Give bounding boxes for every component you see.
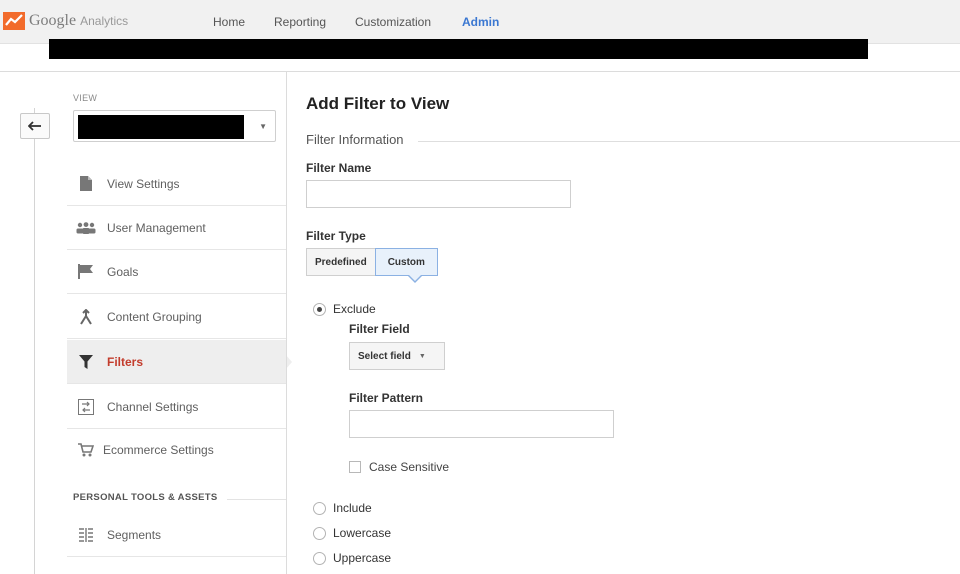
users-icon [75, 221, 97, 234]
sidebar-item-label: View Settings [107, 176, 180, 191]
filter-field-label: Filter Field [349, 322, 410, 336]
filter-field-value: Select field [358, 350, 411, 362]
grouping-icon [75, 308, 97, 325]
add-filter-form: Add Filter to View Filter Information Fi… [306, 72, 960, 574]
segments-icon [75, 527, 97, 542]
channel-icon [75, 398, 97, 415]
sidebar-item-ecommerce-settings[interactable]: Ecommerce Settings [67, 428, 286, 472]
analytics-logo-icon [3, 12, 25, 30]
page-title: Add Filter to View [306, 94, 450, 113]
radio-circle[interactable] [313, 551, 326, 565]
filter-icon [75, 354, 97, 369]
nav-admin[interactable]: Admin [462, 15, 499, 29]
filter-pattern-input[interactable] [349, 410, 614, 438]
view-label: VIEW [73, 93, 98, 103]
sidebar-item-label: User Management [107, 220, 206, 235]
chevron-down-icon: ▼ [418, 352, 426, 360]
custom-button[interactable]: Custom [374, 248, 438, 276]
view-selector[interactable]: ▼ [73, 110, 276, 142]
brand-product: Analytics [80, 14, 129, 28]
sidebar-item-segments[interactable]: Segments [67, 513, 286, 557]
cart-icon [75, 443, 97, 457]
radio-lowercase[interactable]: Lowercase [313, 526, 391, 540]
filter-pattern-label: Filter Pattern [349, 391, 424, 405]
flag-icon [75, 264, 97, 279]
filter-field-select[interactable]: Select field ▼ [349, 342, 445, 370]
sidebar-item-filters[interactable]: Filters [67, 340, 292, 384]
document-icon [75, 176, 97, 191]
radio-label: Exclude [333, 302, 376, 316]
sidebar-divider [286, 72, 287, 574]
sidebar-item-content-grouping[interactable]: Content Grouping [67, 295, 286, 339]
sidebar-item-goals[interactable]: Goals [67, 250, 286, 294]
back-arrow-icon [28, 121, 41, 131]
selected-pointer-fill [409, 275, 421, 281]
redacted-view-name [78, 115, 244, 139]
section-rule [227, 499, 286, 500]
sidebar-item-label: Goals [107, 264, 139, 279]
sidebar-item-user-management[interactable]: User Management [67, 206, 286, 250]
radio-label: Lowercase [333, 526, 392, 540]
radio-label: Include [333, 501, 372, 515]
case-sensitive-option[interactable]: Case Sensitive [349, 460, 449, 474]
sidebar-item-label: Content Grouping [107, 309, 202, 324]
radio-label: Uppercase [333, 551, 392, 565]
section-header-personal-tools: PERSONAL TOOLS & ASSETS [73, 492, 218, 503]
nav-home[interactable]: Home [213, 15, 245, 29]
radio-exclude[interactable]: Exclude [313, 302, 376, 316]
case-sensitive-checkbox[interactable] [349, 461, 361, 473]
fieldset-rule [418, 141, 960, 142]
chevron-down-icon: ▼ [259, 122, 267, 131]
predefined-button[interactable]: Predefined [306, 248, 376, 276]
top-bar: Google Analytics Home Reporting Customiz… [0, 0, 960, 44]
nav-reporting[interactable]: Reporting [274, 15, 326, 29]
radio-circle[interactable] [313, 526, 326, 540]
rail-line [34, 108, 35, 574]
sidebar-item-label: Filters [107, 354, 144, 369]
filter-type-toggle: Predefined Custom [306, 248, 438, 276]
fieldset-legend: Filter Information [306, 132, 404, 147]
radio-include[interactable]: Include [313, 501, 372, 515]
brand-google: Google [29, 12, 77, 29]
sidebar-item-view-settings[interactable]: View Settings [67, 162, 286, 206]
radio-circle[interactable] [313, 302, 326, 316]
radio-circle[interactable] [313, 501, 326, 515]
sidebar-item-label: Segments [107, 527, 162, 542]
case-sensitive-label: Case Sensitive [369, 460, 450, 474]
nav-customization[interactable]: Customization [355, 15, 431, 29]
back-button[interactable] [20, 113, 50, 139]
sidebar-item-label: Channel Settings [107, 399, 199, 414]
sidebar-item-channel-settings[interactable]: Channel Settings [67, 385, 286, 429]
radio-uppercase[interactable]: Uppercase [313, 551, 391, 565]
filter-name-input[interactable] [306, 180, 571, 208]
ga-logo[interactable]: Google Analytics [3, 10, 128, 32]
filter-type-label: Filter Type [306, 229, 366, 243]
admin-sidebar: VIEW ▼ View Settings User Management Goa… [67, 72, 292, 574]
redacted-account-bar [49, 39, 868, 59]
sidebar-item-label: Ecommerce Settings [103, 443, 214, 457]
filter-name-label: Filter Name [306, 161, 372, 175]
